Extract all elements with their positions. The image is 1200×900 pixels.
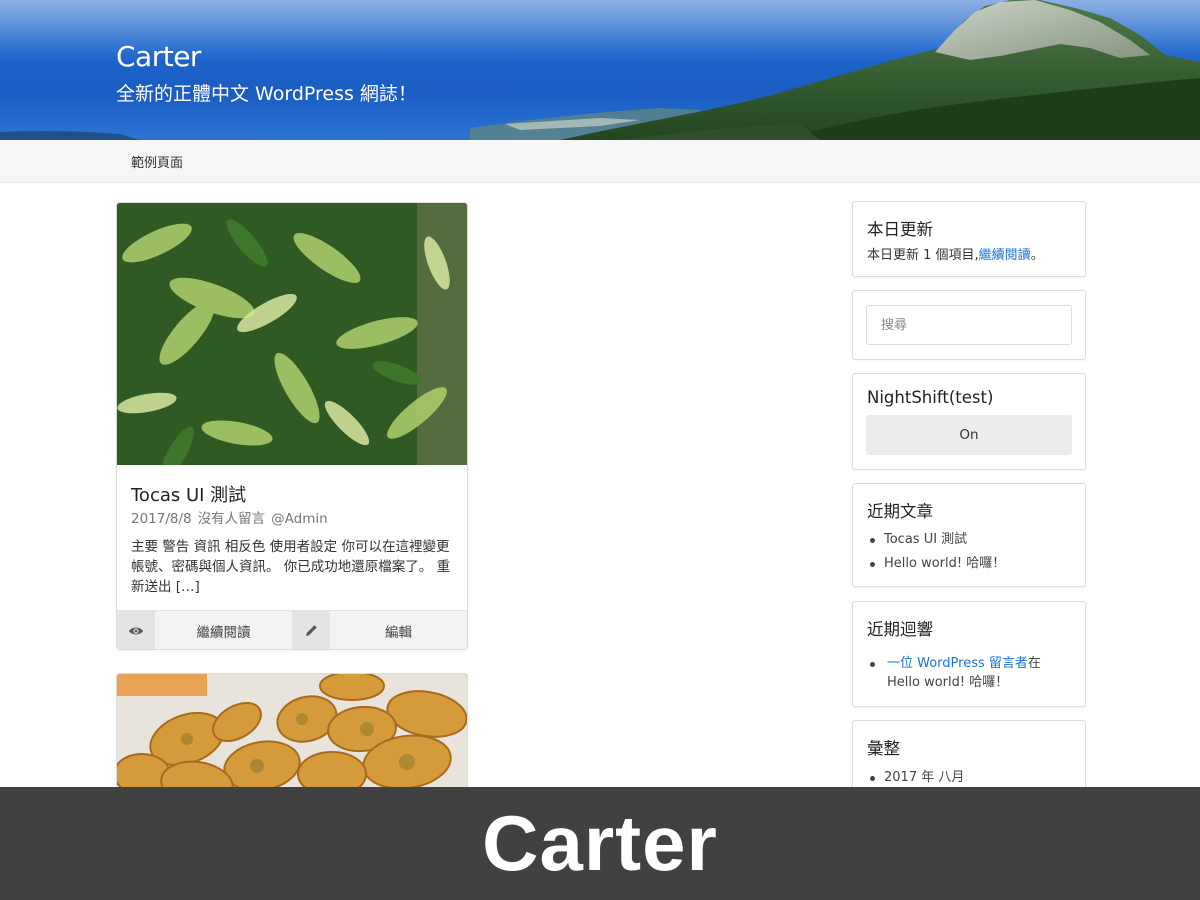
- post-author[interactable]: @Admin: [271, 511, 328, 527]
- recent-comments-widget: 近期迴響 一位 WordPress 留言者在 Hello world! 哈囉！: [852, 601, 1086, 707]
- site-tagline: 全新的正體中文 WordPress 網誌！: [116, 83, 417, 105]
- nav-item-sample-page[interactable]: 範例頁面: [131, 152, 183, 171]
- theme-name-banner: Carter: [0, 787, 1200, 900]
- widget-title: NightShift(test): [867, 388, 994, 407]
- post-featured-image[interactable]: [117, 203, 467, 465]
- today-update-count: 本日更新 1 個項目,: [867, 248, 979, 263]
- comment-post-link[interactable]: Hello world! 哈囉！: [887, 675, 1008, 690]
- search-widget: [852, 290, 1086, 360]
- today-update-suffix: 。: [1030, 248, 1044, 263]
- pencil-icon[interactable]: [292, 611, 330, 649]
- post-meta: 2017/8/8 沒有人留言 @Admin: [131, 507, 334, 527]
- comment-connector: 在: [1027, 656, 1041, 671]
- nightshift-toggle-button[interactable]: On: [866, 415, 1072, 455]
- search-input[interactable]: [866, 305, 1072, 345]
- eye-icon[interactable]: [117, 611, 155, 649]
- recent-comments-list: 一位 WordPress 留言者在 Hello world! 哈囉！: [867, 654, 1067, 692]
- post-card: Tocas UI 測試 2017/8/8 沒有人留言 @Admin 主要 警告 資訊…: [116, 202, 468, 650]
- recent-comment-item: 一位 WordPress 留言者在 Hello world! 哈囉！: [867, 654, 1067, 692]
- widget-title: 近期迴響: [867, 620, 933, 639]
- today-read-more-link[interactable]: 繼續閱讀: [979, 248, 1031, 263]
- widget-title: 彙整: [867, 739, 900, 758]
- recent-posts-list: Tocas UI 測試 Hello world! 哈囉！: [867, 528, 1005, 576]
- site-title[interactable]: Carter: [116, 40, 201, 73]
- recent-posts-widget: 近期文章 Tocas UI 測試 Hello world! 哈囉！: [852, 483, 1086, 587]
- comment-author-link[interactable]: 一位 WordPress 留言者: [887, 656, 1028, 671]
- today-update-widget: 本日更新 本日更新 1 個項目,繼續閱讀。: [852, 201, 1086, 277]
- recent-post-link[interactable]: Tocas UI 測試: [867, 528, 1005, 552]
- post-actions: 繼續閱讀 編輯: [117, 610, 467, 649]
- widget-title: 本日更新: [867, 220, 933, 239]
- post-title[interactable]: Tocas UI 測試: [131, 481, 246, 507]
- main-nav: 範例頁面: [0, 140, 1200, 183]
- post-date[interactable]: 2017/8/8: [131, 511, 192, 527]
- widget-title: 近期文章: [867, 502, 933, 521]
- post-comments-count[interactable]: 沒有人留言: [198, 511, 266, 527]
- recent-post-link[interactable]: Hello world! 哈囉！: [867, 552, 1005, 576]
- site-header: Carter 全新的正體中文 WordPress 網誌！: [0, 0, 1200, 140]
- theme-name: Carter: [482, 799, 718, 887]
- edit-button[interactable]: 編輯: [330, 611, 467, 649]
- read-more-button[interactable]: 繼續閱讀: [155, 611, 292, 649]
- today-update-text: 本日更新 1 個項目,繼續閱讀。: [867, 244, 1044, 263]
- post-excerpt: 主要 警告 資訊 相反色 使用者設定 你可以在這裡變更帳號、密碼與個人資訊。 你…: [131, 539, 451, 595]
- nightshift-widget: NightShift(test) On: [852, 373, 1086, 470]
- plant-photo: [117, 203, 467, 465]
